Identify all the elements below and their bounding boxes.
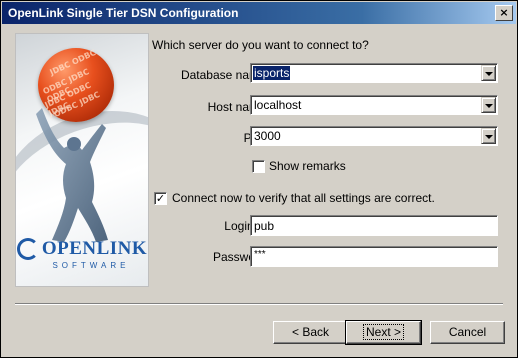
server-question: Which server do you want to connect to? xyxy=(152,38,369,52)
chevron-down-icon[interactable] xyxy=(481,128,496,144)
host-name-value: localhost xyxy=(254,98,302,112)
next-button[interactable]: Next > xyxy=(345,320,422,345)
logo-subtext: SOFTWARE xyxy=(52,261,130,270)
close-icon: × xyxy=(499,6,509,19)
port-combo[interactable]: 3000 xyxy=(250,126,498,146)
cancel-button[interactable]: Cancel xyxy=(430,321,505,344)
logo-text: OPENLINK xyxy=(41,238,148,259)
chevron-down-icon[interactable] xyxy=(481,97,496,113)
back-button-label: < Back xyxy=(291,325,330,339)
show-remarks-label[interactable]: Show remarks xyxy=(269,159,346,173)
password-field[interactable]: *** xyxy=(250,246,498,267)
title-bar[interactable]: OpenLink Single Tier DSN Configuration × xyxy=(2,2,516,24)
separator-line xyxy=(15,303,503,305)
database-name-value: isports xyxy=(253,66,291,80)
openlink-logo-icon xyxy=(16,238,39,260)
login-id-value: pub xyxy=(254,219,275,233)
database-name-combo[interactable]: isports xyxy=(250,63,498,83)
host-name-combo[interactable]: localhost xyxy=(250,95,498,115)
openlink-banner-image: JDBC ODBC ODBC JDBC ODBC JDBC ODBC JDBC … xyxy=(15,33,149,287)
chevron-down-icon[interactable] xyxy=(481,65,496,81)
close-button[interactable]: × xyxy=(495,5,513,21)
login-id-field[interactable]: pub xyxy=(250,215,498,236)
openlink-logo: OPENLINK SOFTWARE xyxy=(16,238,148,270)
connect-now-label[interactable]: Connect now to verify that all settings … xyxy=(172,191,435,205)
cancel-button-label: Cancel xyxy=(448,325,487,339)
atlas-figure-graphic xyxy=(36,108,108,242)
connect-now-checkbox[interactable]: ✓ xyxy=(154,192,167,205)
show-remarks-checkbox[interactable] xyxy=(252,160,265,173)
dialog-window: OpenLink Single Tier DSN Configuration ×… xyxy=(0,0,518,358)
window-title: OpenLink Single Tier DSN Configuration xyxy=(8,6,239,20)
port-value: 3000 xyxy=(254,129,281,143)
back-button[interactable]: < Back xyxy=(273,321,348,344)
password-value: *** xyxy=(254,249,266,260)
next-button-label: Next > xyxy=(362,324,404,340)
